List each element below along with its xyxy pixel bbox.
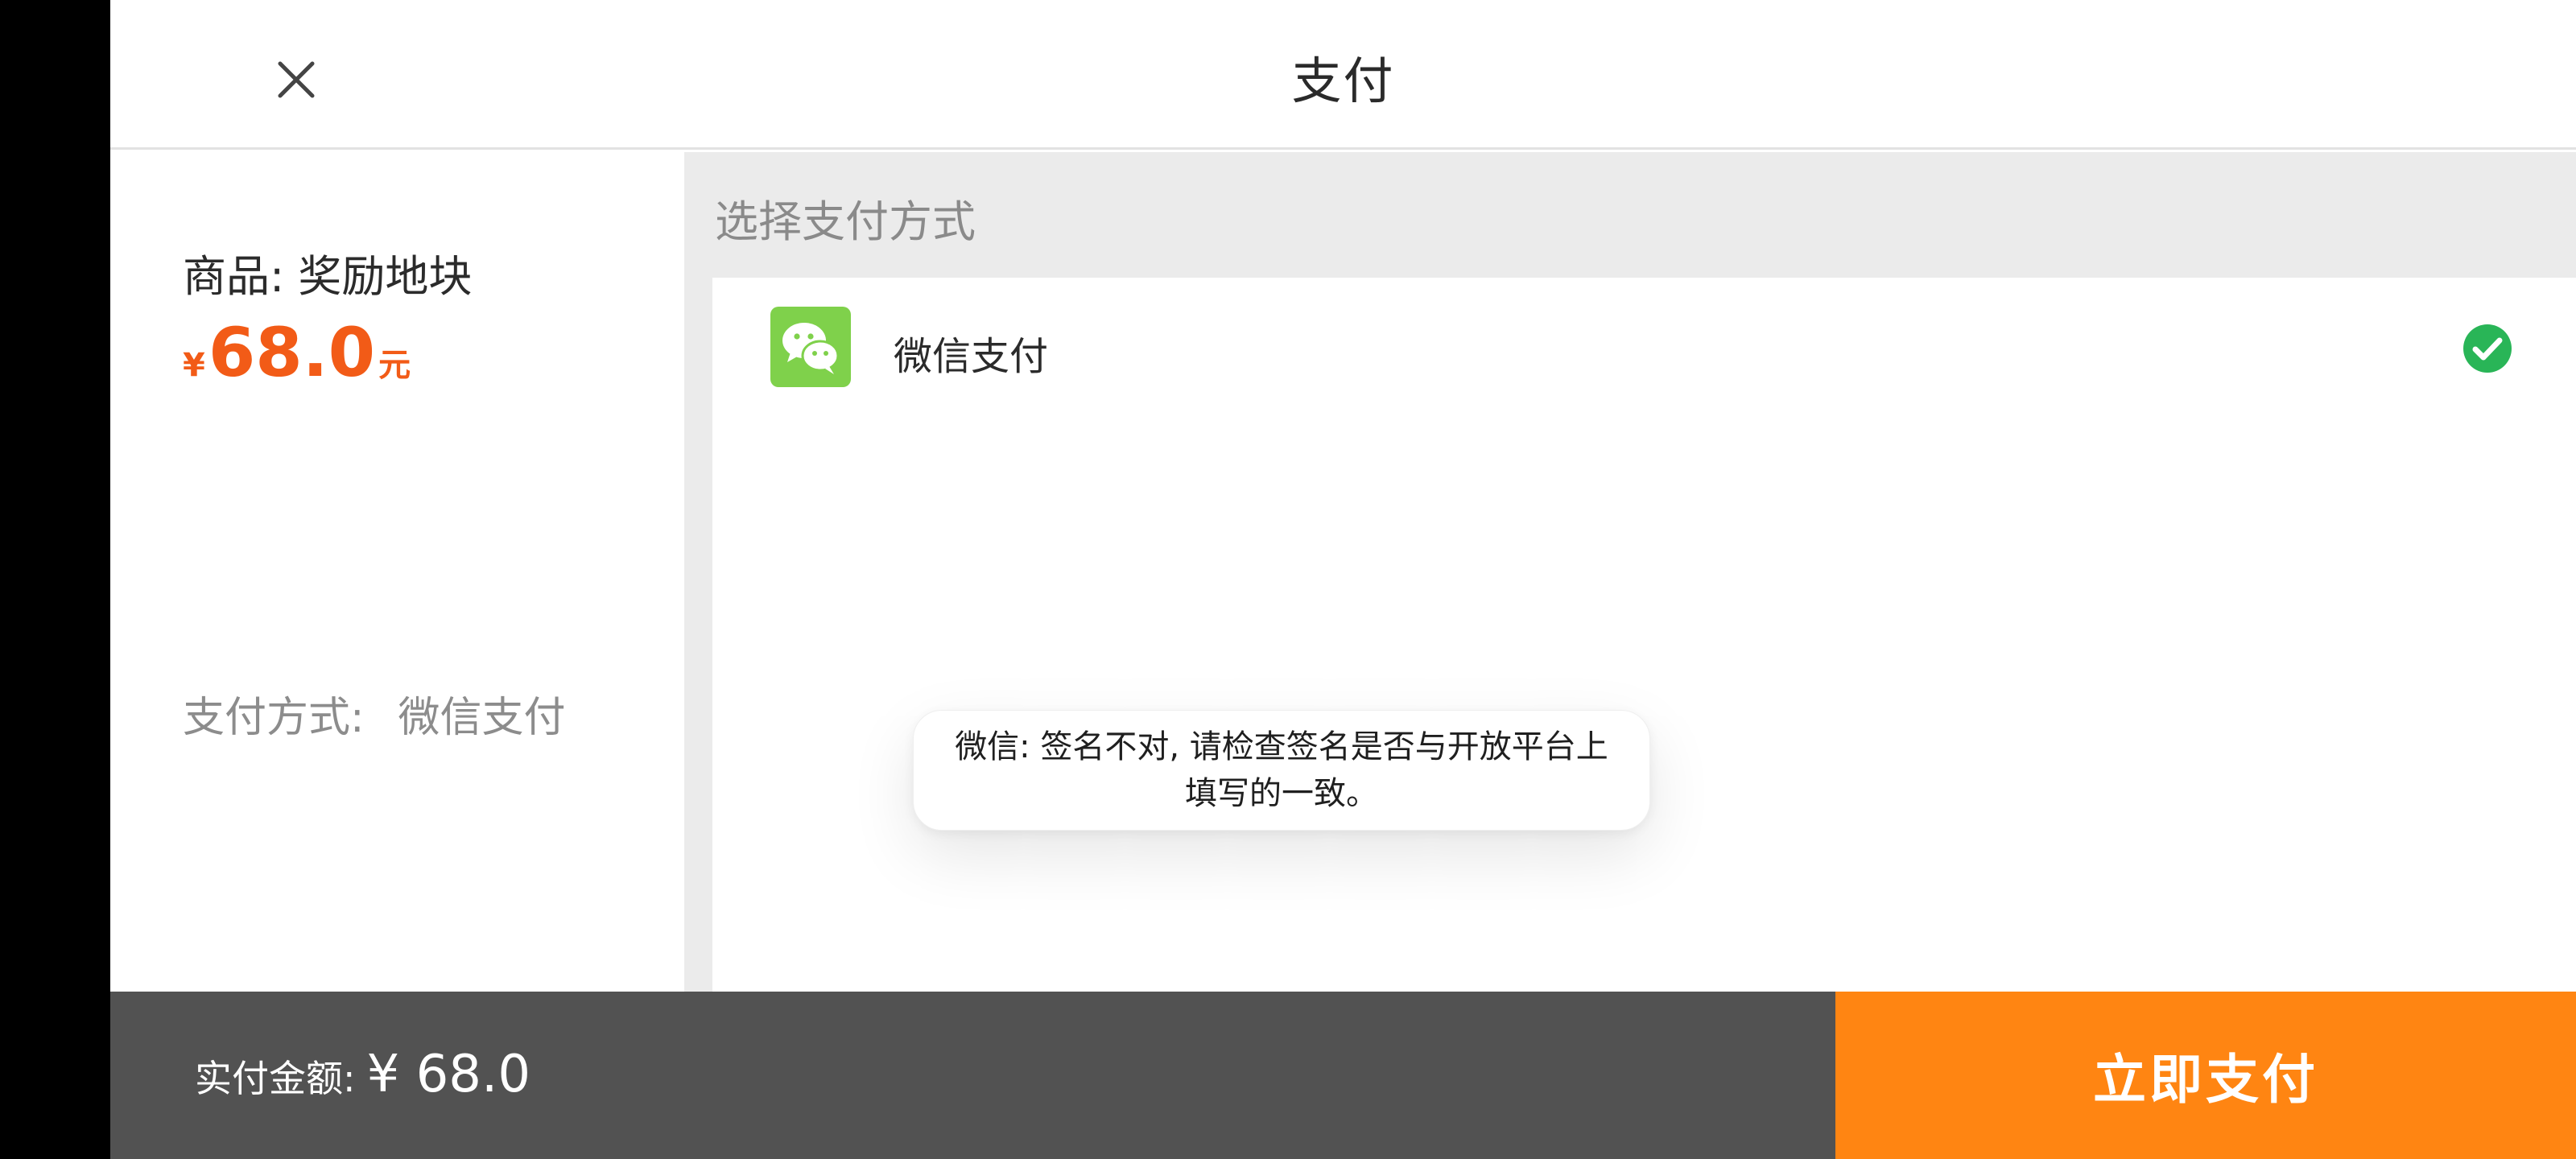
price-value: 68.0 (208, 313, 376, 392)
method-label: 支付方式: (183, 694, 365, 742)
order-summary-panel: 商品: 奖励地块 ¥ 68.0 元 支付方式: 微信支付 (110, 152, 684, 992)
payment-option-wechat[interactable]: 微信支付 (712, 278, 2576, 419)
header: 支付 (110, 0, 2576, 150)
pay-now-button[interactable]: 立即支付 (1835, 992, 2576, 1159)
amount-value: ¥ 68.0 (366, 1045, 531, 1104)
payment-option-label: 微信支付 (894, 334, 1049, 379)
price-currency: ¥ (183, 347, 205, 384)
amount-label: 实付金额: (195, 1057, 356, 1100)
check-circle-icon (2463, 324, 2512, 373)
pay-now-label: 立即支付 (2093, 1050, 2318, 1109)
toast-message: 微信: 签名不对, 请检查签名是否与开放平台上填写的一致。 (955, 728, 1608, 812)
section-title: 选择支付方式 (715, 196, 976, 247)
payment-method-panel: 选择支付方式 微信支付 (684, 152, 2576, 992)
error-toast: 微信: 签名不对, 请检查签名是否与开放平台上填写的一致。 (913, 710, 1650, 831)
payment-screen: 支付 商品: 奖励地块 ¥ 68.0 元 支付方式: 微信支付 选择支付方式 微… (0, 0, 2576, 1159)
page-title: 支付 (1291, 52, 1395, 110)
screen-edge-bar (0, 0, 110, 1159)
amount-summary: 实付金额: ¥ 68.0 (195, 1045, 530, 1104)
footer-amount-bar: 实付金额: ¥ 68.0 (110, 992, 1835, 1159)
product-name: 商品: 奖励地块 (183, 251, 473, 302)
payment-method-list: 微信支付 (712, 278, 2576, 992)
price-unit: 元 (378, 347, 411, 384)
wechat-icon (770, 307, 851, 387)
method-value: 微信支付 (398, 694, 566, 742)
order-price: ¥ 68.0 元 (183, 313, 411, 392)
selected-method-summary: 支付方式: 微信支付 (183, 683, 566, 744)
